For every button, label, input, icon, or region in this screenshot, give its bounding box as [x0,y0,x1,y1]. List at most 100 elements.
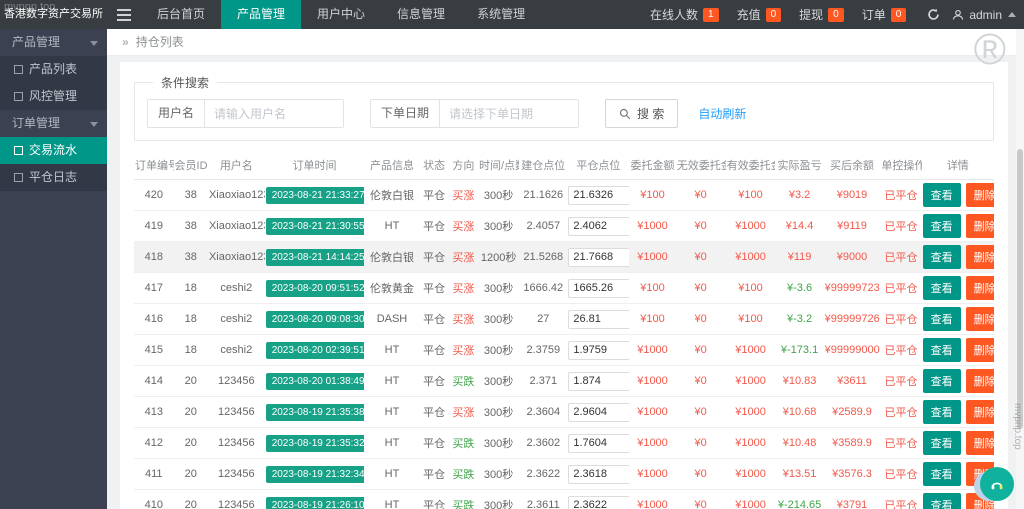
close-point-input[interactable] [568,247,630,267]
delete-button[interactable]: 删除 [965,276,994,300]
view-button[interactable]: 查看 [922,369,961,393]
username-cell: 123456 [207,396,265,428]
entrust-amount-cell: ¥1000 [629,458,676,490]
balance-after-buy-cell: ¥9019 [823,179,881,211]
close-point-input[interactable] [568,433,630,453]
close-point-input[interactable] [568,278,630,298]
username-cell: Xiaoxiao123 [207,210,265,242]
delete-button[interactable]: 删除 [965,245,994,269]
duration-cell: 300秒 [477,210,520,242]
view-button[interactable]: 查看 [922,245,961,269]
actual-profit-cell: ¥-173.1 [775,334,824,366]
refresh-button[interactable] [927,8,940,21]
order-time-badge: 2023-08-20 09:08:30 [265,310,365,328]
delete-button[interactable]: 删除 [965,183,994,207]
order-id-cell: 419 [134,210,174,242]
view-button[interactable]: 查看 [922,183,961,207]
invalid-entrust-amount-cell: ¥0 [675,272,726,304]
close-point-input[interactable] [568,402,630,422]
auto-refresh-link[interactable]: 自动刷新 [698,105,746,122]
status-cell: 平仓 [419,458,449,490]
search-button[interactable]: 搜 索 [605,99,679,128]
sidebar-group-order-mgmt[interactable]: 订单管理 [0,110,107,137]
actual-profit-cell: ¥10.48 [775,427,824,459]
delete-button[interactable]: 删除 [965,431,994,455]
delete-button[interactable]: 删除 [965,400,994,424]
close-point-cell [567,427,630,459]
member-id-cell: 38 [173,179,208,211]
view-button[interactable]: 查看 [922,307,961,331]
close-point-input[interactable] [568,216,630,236]
order-date-input[interactable] [440,100,579,127]
delete-button[interactable]: 删除 [965,369,994,393]
column-header: 建仓点位 [519,151,568,180]
customer-service-button[interactable] [974,467,1014,505]
close-point-input[interactable] [568,464,630,484]
member-id-cell: 20 [173,365,208,397]
stat-withdraw[interactable]: 提现 0 [799,6,844,23]
view-button[interactable]: 查看 [922,276,961,300]
close-point-input[interactable] [568,371,630,391]
close-point-input[interactable] [568,309,630,329]
sidebar-group-product-mgmt[interactable]: 产品管理 [0,29,107,56]
stat-orders[interactable]: 订单 0 [862,6,907,23]
scrollbar-thumb[interactable] [1017,149,1023,429]
entrust-amount-cell: ¥100 [629,272,676,304]
order-time-badge: 2023-08-19 21:35:32 [265,434,365,452]
status-cell: 平仓 [419,272,449,304]
sidebar-item-product-list[interactable]: 产品列表 [0,56,107,83]
close-point-cell [567,489,630,509]
stat-online[interactable]: 在线人数 1 [650,6,719,23]
order-id-cell: 418 [134,241,174,273]
table-row: 413 20 123456 2023-08-19 21:35:38 HT 平仓 买涨 300秒… [134,396,994,428]
member-id-cell: 38 [173,210,208,242]
view-button[interactable]: 查看 [922,400,961,424]
direction-label: 买涨 [452,190,475,202]
direction-label: 买涨 [452,407,475,419]
stat-recharge[interactable]: 充值 0 [737,6,782,23]
product-cell: HT [364,489,420,509]
duration-cell: 300秒 [477,303,520,335]
actual-profit-cell: ¥10.83 [775,365,824,397]
close-point-input[interactable] [568,495,630,509]
close-point-input[interactable] [568,185,630,205]
stat-label: 充值 [736,8,761,22]
duration-cell: 300秒 [477,365,520,397]
view-button[interactable]: 查看 [922,338,961,362]
direction-cell: 买跌 [448,458,478,490]
column-header: 产品信息 [364,151,420,180]
member-id-cell: 18 [173,272,208,304]
close-point-cell [567,365,630,397]
balance-after-buy-cell: ¥3576.3 [823,458,881,490]
username-input-group: 用户名 [147,99,345,128]
view-button[interactable]: 查看 [922,214,961,238]
username-input[interactable] [205,100,344,127]
actual-profit-cell: ¥119 [775,241,824,273]
open-point-cell: 2.371 [519,365,568,397]
balance-after-buy-cell: ¥3611 [823,365,881,397]
view-button[interactable]: 查看 [922,431,961,455]
close-point-input[interactable] [568,340,630,360]
topnav-item-products[interactable]: 产品管理 [221,0,302,29]
sidebar-item-label: 交易流水 [29,143,78,157]
control-status-cell: 已平仓 [880,365,922,397]
topnav-item-users[interactable]: 用户中心 [301,0,381,29]
order-date-input-group: 下单日期 [370,99,580,128]
topnav-item-info[interactable]: 信息管理 [381,0,461,29]
username-cell: 123456 [207,458,265,490]
admin-menu[interactable]: admin [952,8,1016,22]
delete-button[interactable]: 删除 [965,338,994,362]
view-button[interactable]: 查看 [922,493,961,509]
sidebar-item-risk-mgmt[interactable]: 风控管理 [0,83,107,110]
sidebar-item-trade-flow[interactable]: 交易流水 [0,137,107,164]
sidebar-item-close-log[interactable]: 平仓日志 [0,164,107,191]
column-header: 方向 [448,151,478,180]
delete-button[interactable]: 删除 [965,214,994,238]
topnav-item-system[interactable]: 系统管理 [461,0,541,29]
view-button[interactable]: 查看 [922,462,961,486]
topnav-item-home[interactable]: 后台首页 [141,0,221,29]
order-id-cell: 411 [134,458,174,490]
delete-button[interactable]: 删除 [965,307,994,331]
actions-cell: 查看删除 [921,210,994,242]
hamburger-menu[interactable] [107,0,141,29]
